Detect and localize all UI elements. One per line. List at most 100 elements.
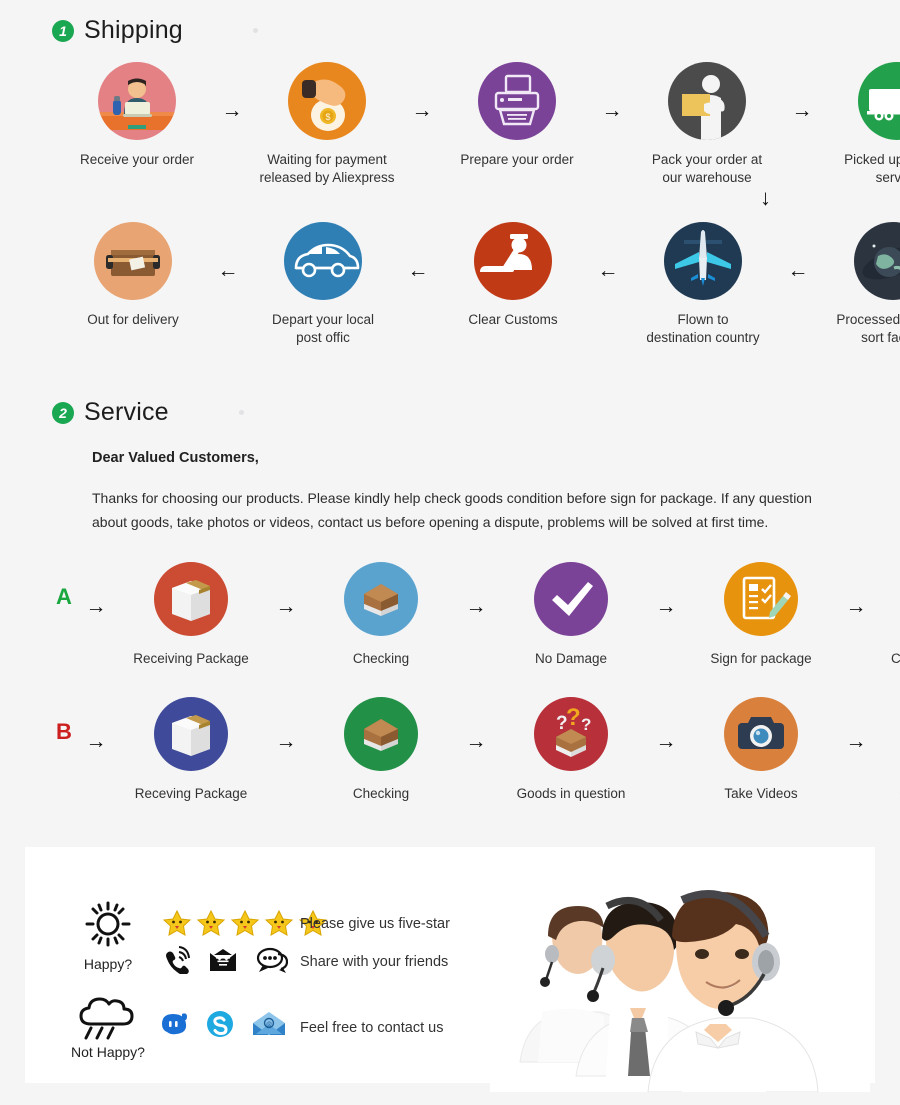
decorative-dot [252, 28, 258, 33]
parcel-box-icon [94, 222, 172, 300]
arrow-right-icon: → [845, 730, 867, 753]
service-step-caption: Checking [352, 651, 410, 666]
shipping-step-caption: Picked up by mail service [844, 152, 900, 185]
service-step-checking: Checking [306, 562, 456, 668]
service-step-caption: Checking [352, 786, 410, 801]
shipping-step-badge: 1 [52, 19, 74, 42]
envelope-icon[interactable] [208, 947, 238, 978]
shipping-step-caption: Waiting for payment released by Aliexpre… [259, 152, 395, 185]
shipping-section-header: 1 Shipping [52, 16, 258, 45]
star-icon[interactable] [230, 908, 260, 943]
shipping-step-caption: Flown to destination country [646, 312, 760, 345]
customer-service-agents-photo [490, 862, 870, 1092]
arrow-right-icon: → [465, 595, 487, 618]
shipping-step-caption: Depart your local post offic [271, 312, 375, 345]
shipping-step-prepare-order: Prepare your order [442, 62, 592, 169]
shipping-step-waiting-payment: $ Waiting for payment released by Aliexp… [252, 62, 402, 187]
arrow-left-icon: ← [407, 259, 429, 282]
shipping-step-sort-facility: Processed through sort facility [818, 222, 900, 347]
service-track-a: A → Receiving Package → Checking → No Da… [52, 562, 900, 668]
service-section-header: 2 Service [52, 398, 244, 427]
arrow-right-icon: → [601, 99, 623, 122]
happy-mood-label: Happy? [83, 956, 133, 972]
globe-sorting-icon [854, 222, 900, 300]
shipping-step-pack-order: Pack your order at our warehouse [632, 62, 782, 187]
shipping-step-caption: Receive your order [79, 152, 195, 167]
service-step-badge: 2 [52, 401, 74, 424]
service-step-goods-in-question: ? ? ? Goods in question [496, 697, 646, 803]
service-step-caption: Confirm the delivery [890, 651, 900, 666]
service-step-caption: Take Videos [724, 786, 798, 801]
share-message: Share with your friends [300, 954, 449, 970]
shipping-step-caption: Prepare your order [460, 152, 574, 167]
hand-money-bag-icon: $ [288, 62, 366, 140]
worker-packing-icon [668, 62, 746, 140]
service-step-caption: Sign for package [710, 651, 812, 666]
printer-icon [478, 62, 556, 140]
arrow-right-icon: → [411, 99, 433, 122]
service-step-take-videos: Take Videos [686, 697, 836, 803]
arrow-left-icon: ← [217, 259, 239, 282]
shipping-flow-row-2: Out for delivery ← Depart your local pos… [58, 222, 900, 347]
shipping-flow-row-1: Receive your order → $ Waiting for payme… [62, 62, 900, 187]
svg-text:@: @ [266, 1022, 272, 1028]
service-step-receiving-package: Receiving Package [116, 562, 266, 668]
arrow-right-icon: → [465, 730, 487, 753]
star-icon[interactable] [196, 908, 226, 943]
star-icon[interactable] [162, 908, 192, 943]
svg-text:?: ? [581, 715, 591, 734]
phone-icon[interactable] [162, 946, 190, 979]
service-step-caption: Receiving Package [133, 651, 249, 666]
sun-icon [70, 898, 146, 954]
decorative-dot [238, 410, 244, 415]
service-step-confirm-delivery: Confirm the delivery [876, 562, 900, 668]
shipping-step-picked-up: Picked up by mail service [822, 62, 900, 187]
arrow-right-icon: → [655, 595, 677, 618]
not-happy-mood-label: Not Happy? [71, 1044, 145, 1060]
track-a-label: A [56, 584, 72, 609]
chat-bubble-icon[interactable] [256, 947, 289, 978]
track-b-label: B [56, 719, 72, 744]
airplane-icon [664, 222, 742, 300]
shipping-step-flown: Flown to destination country [628, 222, 778, 347]
arrow-right-icon: → [221, 99, 243, 122]
not-happy-mood-group: Not Happy? [62, 990, 154, 1060]
arrow-left-icon: ← [787, 259, 809, 282]
shipping-step-receive-order: Receive your order [62, 62, 212, 169]
contact-icons-row[interactable]: @ [158, 1010, 286, 1043]
service-step-checking-b: Checking [306, 697, 456, 803]
service-step-caption: Goods in question [516, 786, 626, 801]
person-at-laptop-icon [98, 62, 176, 140]
arrow-right-icon: → [655, 730, 677, 753]
email-icon[interactable]: @ [252, 1010, 286, 1043]
skype-icon[interactable] [206, 1010, 234, 1043]
shipping-step-caption: Out for delivery [87, 312, 179, 327]
aliwangwang-icon[interactable] [158, 1010, 188, 1043]
question-box-icon: ? ? ? [534, 697, 608, 771]
arrow-right-icon: → [845, 595, 867, 618]
checkmark-icon [534, 562, 608, 636]
svg-text:?: ? [566, 704, 581, 731]
star-icon[interactable] [264, 908, 294, 943]
arrow-right-icon: → [791, 99, 813, 122]
arrow-right-icon: → [85, 730, 107, 753]
delivery-van-icon [284, 222, 362, 300]
share-icons-row[interactable] [162, 946, 289, 979]
contact-message: Feel free to contact us [300, 1020, 444, 1036]
five-star-message: Please give us five-star [300, 916, 450, 932]
arrow-right-icon: → [275, 730, 297, 753]
service-greeting: Dear Valued Customers, [92, 450, 259, 466]
rain-cloud-icon [62, 990, 154, 1042]
delivery-truck-icon [858, 62, 900, 140]
closed-package-icon [154, 562, 228, 636]
closed-package-icon [154, 697, 228, 771]
arrow-right-icon: → [275, 595, 297, 618]
service-track-b: B → Receving Package → Checking → ? ? ? … [52, 697, 900, 821]
svg-text:$: $ [325, 112, 330, 122]
camera-icon [724, 697, 798, 771]
service-step-sign-package: Sign for package [686, 562, 836, 668]
signed-document-icon [724, 562, 798, 636]
service-step-no-damage: No Damage [496, 562, 646, 668]
service-body-text: Thanks for choosing our products. Please… [92, 490, 812, 530]
service-step-confirm-refund: $ $ Confirm problem, refund money [876, 697, 900, 821]
